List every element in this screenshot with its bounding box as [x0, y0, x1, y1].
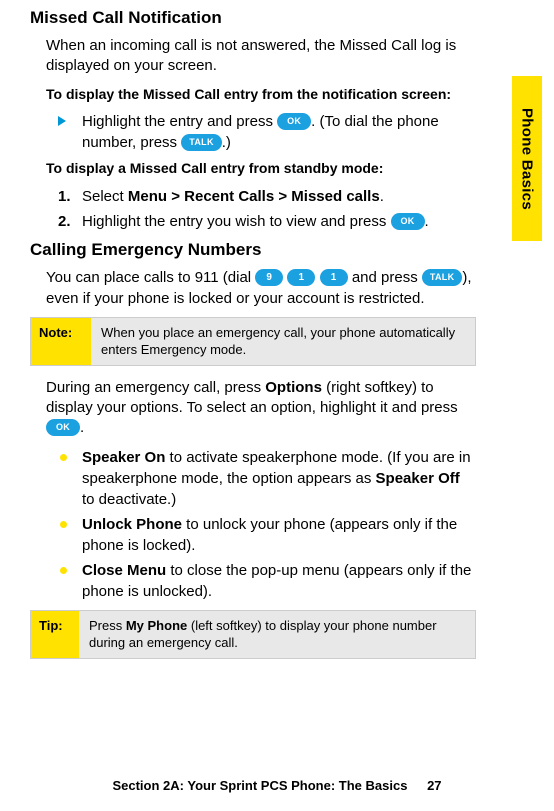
option-unlock: Unlock Phone to unlock your phone (appea… — [64, 514, 476, 556]
page-number: 27 — [427, 778, 441, 793]
list-highlight-entry: Highlight the entry and press OK. (To di… — [64, 111, 476, 153]
ok-key-icon: OK — [277, 113, 311, 130]
list-item-highlight: Highlight the entry and press OK. (To di… — [64, 111, 476, 153]
option-speaker: Speaker On to activate speakerphone mode… — [64, 447, 476, 510]
heading-missed-call: Missed Call Notification — [30, 8, 476, 28]
page-content: Missed Call Notification When an incomin… — [0, 0, 506, 691]
one-key-icon: 1 — [320, 269, 348, 286]
footer-section: Section 2A: Your Sprint PCS Phone: The B… — [112, 778, 407, 793]
one-key-icon: 1 — [287, 269, 315, 286]
para-missed-intro: When an incoming call is not answered, t… — [46, 36, 476, 77]
note-box: Note: When you place an emergency call, … — [30, 317, 476, 366]
talk-key-icon: TALK — [181, 134, 222, 151]
subhead-standby: To display a Missed Call entry from stan… — [46, 159, 476, 178]
side-tab-label: Phone Basics — [519, 108, 536, 210]
page-footer: Section 2A: Your Sprint PCS Phone: The B… — [0, 778, 554, 793]
ok-key-icon: OK — [46, 419, 80, 436]
heading-emergency: Calling Emergency Numbers — [30, 240, 476, 260]
tip-label: Tip: — [31, 611, 79, 658]
options-list: Speaker On to activate speakerphone mode… — [64, 447, 476, 602]
ordered-steps: 1. Select Menu > Recent Calls > Missed c… — [64, 186, 476, 232]
side-tab: Phone Basics — [512, 76, 542, 241]
para-options: During an emergency call, press Options … — [46, 378, 476, 439]
step-2: 2. Highlight the entry you wish to view … — [64, 211, 476, 232]
step-1: 1. Select Menu > Recent Calls > Missed c… — [64, 186, 476, 207]
tip-box: Tip: Press My Phone (left softkey) to di… — [30, 610, 476, 659]
talk-key-icon: TALK — [422, 269, 463, 286]
note-content: When you place an emergency call, your p… — [91, 318, 475, 365]
ok-key-icon: OK — [391, 213, 425, 230]
tip-content: Press My Phone (left softkey) to display… — [79, 611, 475, 658]
option-close-menu: Close Menu to close the pop-up menu (app… — [64, 560, 476, 602]
nine-key-icon: 9 — [255, 269, 283, 286]
subhead-notification: To display the Missed Call entry from th… — [46, 85, 476, 104]
para-911: You can place calls to 911 (dial 9 1 1 a… — [46, 268, 476, 309]
note-label: Note: — [31, 318, 91, 365]
